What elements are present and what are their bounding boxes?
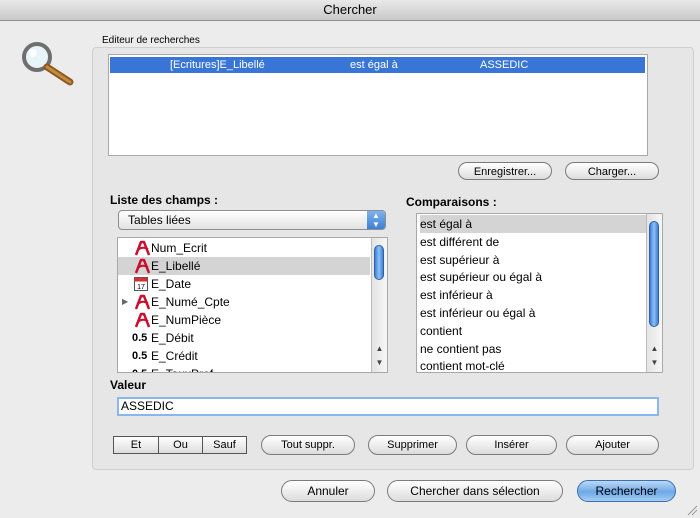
criteria-operator: est égal à xyxy=(350,59,398,71)
alpha-icon xyxy=(134,240,151,256)
field-item[interactable]: 0.5 E_Crédit xyxy=(118,347,370,365)
resize-grip-icon[interactable] xyxy=(686,504,698,516)
disclosure-triangle-icon[interactable]: ▶ xyxy=(122,293,128,311)
except-button[interactable]: Sauf xyxy=(203,437,246,453)
field-item-label: E_Date xyxy=(151,277,192,291)
field-item-label: Num_Ecrit xyxy=(151,241,208,255)
comparison-item[interactable]: est supérieur à xyxy=(420,251,646,269)
comparisons-scroll-thumb[interactable] xyxy=(649,221,659,327)
alpha-icon xyxy=(134,312,151,328)
delete-button[interactable]: Supprimer xyxy=(368,435,457,455)
field-item[interactable]: Num_Ecrit xyxy=(118,239,370,257)
scroll-down-arrow-icon[interactable]: ▼ xyxy=(372,356,387,370)
comparison-item[interactable]: contient xyxy=(420,322,646,340)
field-item-label: E_Crédit xyxy=(151,349,198,363)
save-button[interactable]: Enregistrer... xyxy=(458,162,552,180)
editor-label: Editeur de recherches xyxy=(102,35,200,46)
tables-popup[interactable]: Tables liées ▲ ▼ xyxy=(118,210,386,230)
number-icon: 0.5 xyxy=(132,365,148,372)
field-item-label: E_Libellé xyxy=(151,259,201,273)
comparisons-list[interactable]: est égal à est différent de est supérieur … xyxy=(416,213,663,373)
tables-popup-value: Tables liées xyxy=(128,213,191,227)
field-item[interactable]: E_NumPièce xyxy=(118,311,370,329)
field-item[interactable]: 0.5 E_Débit xyxy=(118,329,370,347)
scroll-up-arrow-icon[interactable]: ▲ xyxy=(372,342,387,356)
field-item[interactable]: ▶ E_Numé_Cpte xyxy=(118,293,370,311)
fields-scrollbar[interactable]: ▲ ▼ xyxy=(371,238,387,372)
add-button[interactable]: Ajouter xyxy=(566,435,659,455)
and-button[interactable]: Et xyxy=(114,437,159,453)
alpha-icon xyxy=(134,258,151,274)
insert-button[interactable]: Insérer xyxy=(466,435,557,455)
field-item-label: E_Débit xyxy=(151,331,194,345)
or-button[interactable]: Ou xyxy=(159,437,203,453)
comparison-item[interactable]: ne contient pas xyxy=(420,340,646,358)
value-label: Valeur xyxy=(110,378,147,392)
criteria-row[interactable]: [Ecritures]E_Libellé est égal à ASSEDIC xyxy=(110,57,645,73)
comparison-item[interactable]: est inférieur à xyxy=(420,286,646,304)
comparison-item[interactable]: est différent de xyxy=(420,233,646,251)
criteria-field: [Ecritures]E_Libellé xyxy=(170,59,265,71)
cancel-button[interactable]: Annuler xyxy=(281,480,375,502)
magnifier-icon xyxy=(22,42,74,86)
field-item-label: E_Numé_Cpte xyxy=(151,295,230,309)
field-item[interactable]: E_Libellé xyxy=(118,257,370,275)
field-item[interactable]: 17 E_Date xyxy=(118,275,370,293)
number-icon: 0.5 xyxy=(132,332,148,344)
criteria-list[interactable]: [Ecritures]E_Libellé est égal à ASSEDIC xyxy=(108,54,648,156)
comparison-item[interactable]: est inférieur ou égal à xyxy=(420,304,646,322)
search-selection-button[interactable]: Chercher dans sélection xyxy=(387,480,563,502)
field-item[interactable]: 0.5E_TauxPref xyxy=(118,365,370,372)
clear-all-button[interactable]: Tout suppr. xyxy=(261,435,355,455)
value-field[interactable]: ASSEDIC xyxy=(117,397,659,416)
calendar-icon: 17 xyxy=(134,276,150,292)
scroll-down-arrow-icon[interactable]: ▼ xyxy=(647,356,662,370)
field-item-label: E_TauxPref xyxy=(151,365,213,372)
svg-text:17: 17 xyxy=(137,284,145,291)
comparisons-scrollbar[interactable]: ▲ ▼ xyxy=(646,214,662,372)
fields-scroll-thumb[interactable] xyxy=(374,245,384,280)
field-item-label: E_NumPièce xyxy=(151,313,222,327)
popup-arrows-icon: ▲ ▼ xyxy=(367,211,385,229)
window-title: Chercher xyxy=(0,0,700,21)
fields-label: Liste des champs : xyxy=(110,193,219,207)
alpha-icon xyxy=(134,294,151,310)
fields-list[interactable]: Num_Ecrit E_Libellé 17 E_Date ▶ E_Numé_Cpte E_… xyxy=(117,237,388,373)
comparison-item[interactable]: est égal à xyxy=(420,215,646,233)
number-icon: 0.5 xyxy=(132,350,148,362)
scroll-up-arrow-icon[interactable]: ▲ xyxy=(647,342,662,356)
comparisons-label: Comparaisons : xyxy=(406,195,497,209)
search-button[interactable]: Rechercher xyxy=(577,480,676,502)
criteria-value: ASSEDIC xyxy=(480,59,529,71)
comparison-item[interactable]: contient mot-clé xyxy=(420,357,646,372)
logic-selector[interactable]: Et Ou Sauf xyxy=(113,436,247,454)
load-button[interactable]: Charger... xyxy=(565,162,659,180)
comparison-item[interactable]: est supérieur ou égal à xyxy=(420,268,646,286)
